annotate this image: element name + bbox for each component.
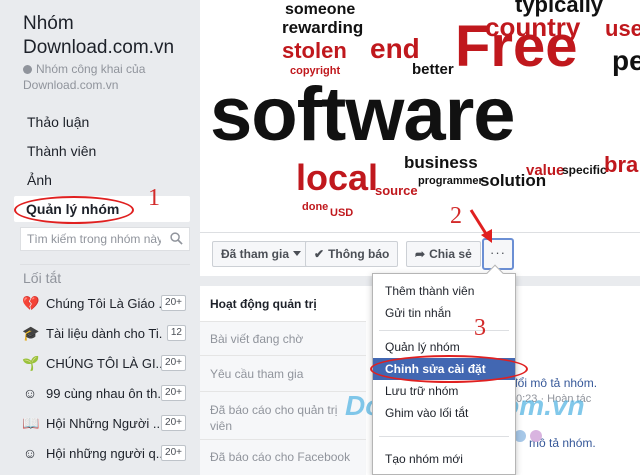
shortcut-label: CHÚNG TÔI LÀ GI... <box>46 356 162 371</box>
annotation-step-3: 3 <box>474 315 486 341</box>
shortcuts-title: Lối tắt <box>23 270 62 286</box>
group-privacy-label: Nhóm công khai của Download.com.vn <box>23 62 146 92</box>
menu-item-create-group[interactable]: Tạo nhóm mới <box>373 448 515 470</box>
menu-divider <box>379 330 509 331</box>
group-privacy: Nhóm công khai của Download.com.vn <box>23 61 195 93</box>
share-arrow-icon: ➦ <box>415 247 426 261</box>
shortcut-label: Chúng Tôi Là Giáo ... <box>46 296 162 311</box>
share-button-label: Chia sẻ <box>429 247 472 261</box>
annotation-ellipse-1 <box>14 196 134 224</box>
left-sidebar: Nhóm Download.com.vn Nhóm công khai của … <box>0 0 198 475</box>
cloud-word-main: software <box>210 72 515 157</box>
shortcut-badge: 20+ <box>161 295 186 311</box>
dot-icon <box>530 430 542 442</box>
cloud-word: local <box>296 157 378 198</box>
menu-item-send-message[interactable]: Gửi tin nhắn <box>373 302 515 324</box>
nav-discussion[interactable]: Thảo luận <box>27 114 89 130</box>
menu-item-pin-to-shortcuts[interactable]: Ghim vào lối tắt <box>373 402 515 424</box>
cover-photo[interactable]: someone rewarding stolen end better copy… <box>200 0 640 232</box>
search-icon[interactable] <box>170 232 183 245</box>
shortcut-item[interactable]: 🎓 Tài liệu dành cho Ti... 12 <box>18 323 192 345</box>
cloud-word: business <box>404 153 478 172</box>
shortcut-label: Hội những người q... <box>46 446 162 461</box>
broken-heart-icon: 💔 <box>22 295 40 311</box>
menu-item-archive-group[interactable]: Lưu trữ nhóm <box>373 380 515 402</box>
chevron-down-icon <box>293 251 302 256</box>
cloud-word: pe <box>612 45 640 76</box>
notifications-button-label: Thông báo <box>328 247 390 261</box>
group-search[interactable] <box>20 227 190 251</box>
feed-text: đổi mô tả nhóm. <box>511 376 598 390</box>
shortcut-label: 99 cùng nhau ôn th... <box>46 386 162 401</box>
cloud-word: bra <box>604 152 639 177</box>
book-icon: 📖 <box>22 415 40 431</box>
emoji-icon: ☺ <box>22 445 38 461</box>
nav-photos[interactable]: Ảnh <box>27 172 52 188</box>
cloud-word: done <box>302 201 328 213</box>
joined-button-label: Đã tham gia <box>221 247 290 261</box>
group-name[interactable]: Nhóm Download.com.vn <box>23 12 195 60</box>
check-icon: ✔ <box>314 247 325 261</box>
admin-activity-item[interactable]: Hoạt động quản trị <box>200 286 366 322</box>
shortcut-badge: 20+ <box>161 445 186 461</box>
admin-activity-item[interactable]: Bài viết đang chờ <box>200 322 366 356</box>
group-action-bar: Đã tham gia ✔ Thông báo ➦ Chia sẻ ··· <box>200 232 640 276</box>
annotation-step-2: 2 <box>450 203 462 229</box>
shortcut-label: Tài liệu dành cho Ti... <box>46 326 162 341</box>
menu-divider <box>379 436 509 437</box>
cloud-word: value <box>526 162 564 179</box>
cloud-word: specific <box>562 163 607 177</box>
cloud-word: use <box>605 16 640 41</box>
word-cloud: someone rewarding stolen end better copy… <box>210 0 640 219</box>
cloud-word: source <box>375 183 418 198</box>
shortcut-badge: 20+ <box>161 415 186 431</box>
annotation-ellipse-3 <box>370 355 528 383</box>
menu-item-add-members[interactable]: Thêm thành viên <box>373 280 515 302</box>
shortcut-item[interactable]: ☺ Hội những người q... 20+ <box>18 443 192 465</box>
cloud-word: someone <box>285 1 355 18</box>
shortcut-item[interactable]: ☺ 99 cùng nhau ôn th... 20+ <box>18 383 192 405</box>
joined-button[interactable]: Đã tham gia <box>212 241 311 267</box>
cloud-word: stolen <box>282 38 347 63</box>
annotation-step-1: 1 <box>148 185 160 211</box>
cloud-word: end <box>370 33 420 64</box>
admin-activity-item[interactable]: Đã báo cáo cho Facebook <box>200 440 366 475</box>
globe-icon <box>23 65 32 74</box>
group-search-input[interactable] <box>21 228 161 250</box>
notifications-button[interactable]: ✔ Thông báo <box>305 241 399 267</box>
cloud-word: programmer <box>418 175 484 187</box>
cloud-word: rewarding <box>282 18 363 37</box>
admin-activity-panel: Hoạt động quản trị Bài viết đang chờ Yêu… <box>200 286 366 475</box>
shortcut-label: Hội Những Người ... <box>46 416 162 431</box>
cloud-word: country <box>485 12 581 42</box>
shortcut-item[interactable]: 🌱 CHÚNG TÔI LÀ GI... 20+ <box>18 353 192 375</box>
emoji-icon: ☺ <box>22 385 38 401</box>
shortcut-badge: 12 <box>166 325 186 341</box>
annotation-arrow-icon <box>469 209 492 243</box>
cloud-word: USD <box>330 207 353 219</box>
nav-members[interactable]: Thành viên <box>27 143 96 159</box>
sidebar-divider <box>20 264 190 265</box>
graduation-cap-icon: 🎓 <box>22 325 40 341</box>
shortcut-item[interactable]: 💔 Chúng Tôi Là Giáo ... 20+ <box>18 293 192 315</box>
shortcut-badge: 20+ <box>161 385 186 401</box>
shortcut-item[interactable]: 📖 Hội Những Người ... 20+ <box>18 413 192 435</box>
shortcut-badge: 20+ <box>161 355 186 371</box>
sprout-icon: 🌱 <box>22 355 40 371</box>
admin-activity-item[interactable]: Đã báo cáo cho quản trị viên <box>200 392 366 440</box>
admin-activity-item[interactable]: Yêu cầu tham gia <box>200 356 366 392</box>
